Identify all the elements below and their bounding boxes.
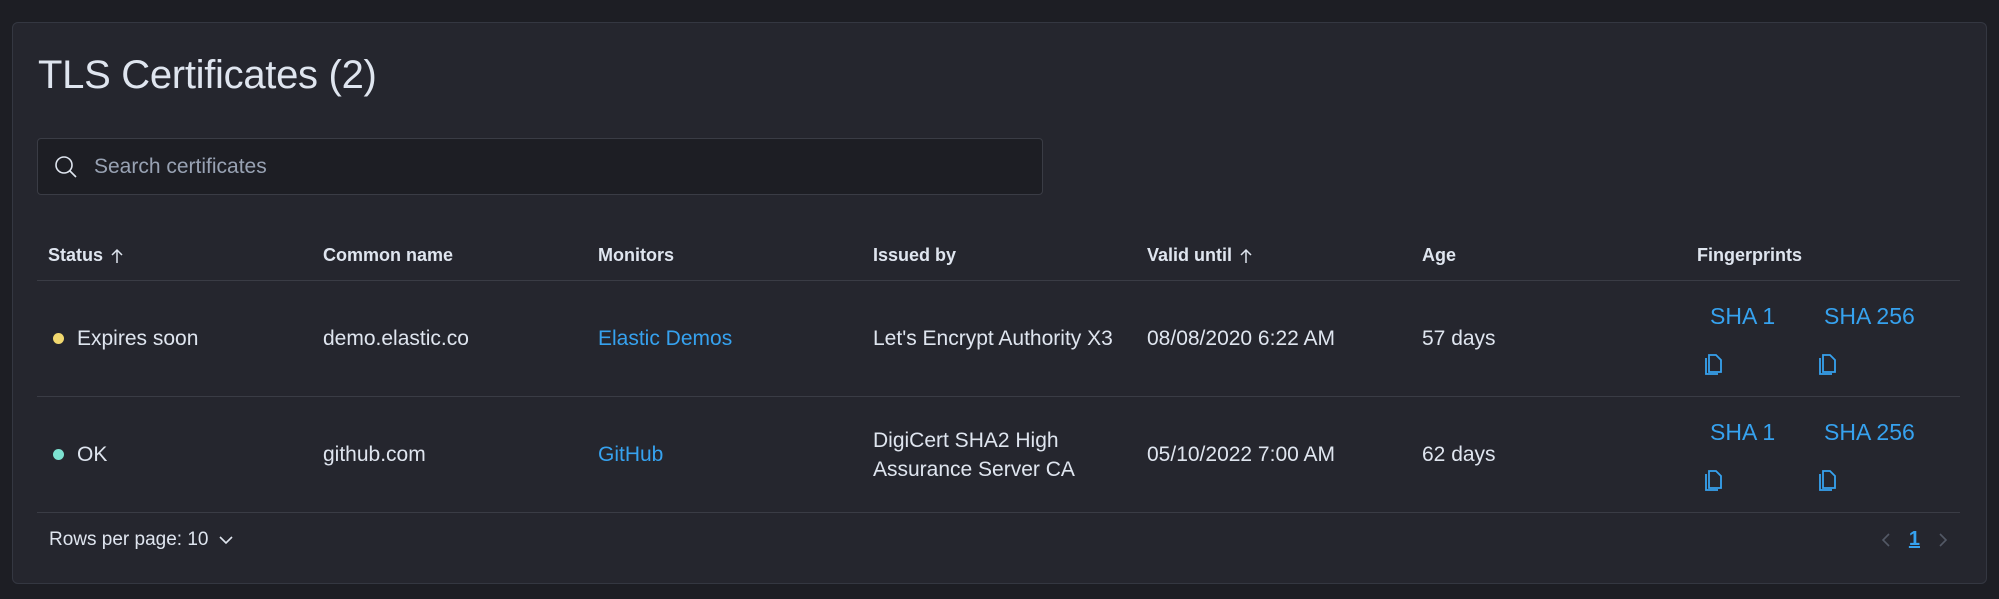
column-header-common-name[interactable]: Common name <box>323 245 453 266</box>
valid-until-cell: 08/08/2020 6:22 AM <box>1147 327 1335 350</box>
status-cell: Expires soon <box>53 281 198 396</box>
status-dot-icon <box>53 449 64 460</box>
table-row: Expires soon demo.elastic.co Elastic Dem… <box>37 281 1960 397</box>
chevron-left-icon[interactable] <box>1879 531 1893 549</box>
column-header-valid-until[interactable]: Valid until <box>1147 245 1254 266</box>
chevron-right-icon[interactable] <box>1936 531 1950 549</box>
column-header-valid-until-label: Valid until <box>1147 245 1233 265</box>
fingerprint-sha1: SHA 1 <box>1697 397 1817 512</box>
column-header-fingerprints: Fingerprints <box>1697 245 1802 266</box>
sha256-link[interactable]: SHA 256 <box>1824 419 1915 446</box>
rows-per-page-label: Rows per page: 10 <box>49 529 209 550</box>
common-name-cell: github.com <box>323 443 426 466</box>
issued-by-cell: DigiCert SHA2 High Assurance Server CA <box>873 428 1075 481</box>
column-header-common-name-label: Common name <box>323 245 454 265</box>
table-header: Status Common name Monitors Issued by Va… <box>37 235 1960 281</box>
status-dot-icon <box>53 333 64 344</box>
column-header-status[interactable]: Status <box>48 245 125 266</box>
status-text: Expires soon <box>77 327 199 350</box>
search-icon <box>55 156 77 178</box>
column-header-status-label: Status <box>48 245 104 265</box>
copy-icon[interactable] <box>1703 351 1725 375</box>
monitors-cell: Elastic Demos <box>598 281 732 396</box>
page-title: TLS Certificates (2) <box>38 53 377 97</box>
column-header-fingerprints-label: Fingerprints <box>1697 245 1803 265</box>
copy-icon[interactable] <box>1817 351 1839 375</box>
page-number-button[interactable]: 1 <box>1909 528 1920 551</box>
age-cell: 62 days <box>1422 443 1496 466</box>
common-name-cell: demo.elastic.co <box>323 327 469 350</box>
rows-per-page-selector[interactable]: Rows per page: 10 <box>49 529 235 551</box>
search-box[interactable] <box>37 138 1043 195</box>
sha1-link[interactable]: SHA 1 <box>1710 419 1775 446</box>
copy-icon[interactable] <box>1817 467 1839 491</box>
column-header-monitors-label: Monitors <box>598 245 674 265</box>
issued-by-cell: Let's Encrypt Authority X3 <box>873 327 1113 350</box>
fingerprint-sha1: SHA 1 <box>1697 281 1817 396</box>
valid-until-cell: 05/10/2022 7:00 AM <box>1147 443 1335 466</box>
column-header-monitors[interactable]: Monitors <box>598 245 674 266</box>
copy-icon[interactable] <box>1703 467 1725 491</box>
sort-ascending-icon <box>111 248 123 263</box>
sort-ascending-icon <box>1240 248 1252 263</box>
search-input[interactable] <box>94 139 1014 194</box>
monitor-link[interactable]: GitHub <box>598 440 663 469</box>
sha256-link[interactable]: SHA 256 <box>1824 303 1915 330</box>
column-header-age-label: Age <box>1422 245 1457 265</box>
pagination: 1 <box>1879 528 1950 551</box>
monitors-cell: GitHub <box>598 397 663 512</box>
chevron-down-icon <box>218 536 233 545</box>
fingerprint-sha256: SHA 256 <box>1811 397 1931 512</box>
status-cell: OK <box>53 397 107 512</box>
monitor-link[interactable]: Elastic Demos <box>598 324 732 353</box>
fingerprint-sha256: SHA 256 <box>1811 281 1931 396</box>
age-cell: 57 days <box>1422 327 1496 350</box>
column-header-age[interactable]: Age <box>1422 245 1456 266</box>
table-row: OK github.com GitHub DigiCert SHA2 High … <box>37 397 1960 513</box>
sha1-link[interactable]: SHA 1 <box>1710 303 1775 330</box>
certificates-panel: TLS Certificates (2) Status Common name … <box>12 22 1987 584</box>
status-text: OK <box>77 443 108 466</box>
column-header-issued-by[interactable]: Issued by <box>873 245 956 266</box>
column-header-issued-by-label: Issued by <box>873 245 957 265</box>
